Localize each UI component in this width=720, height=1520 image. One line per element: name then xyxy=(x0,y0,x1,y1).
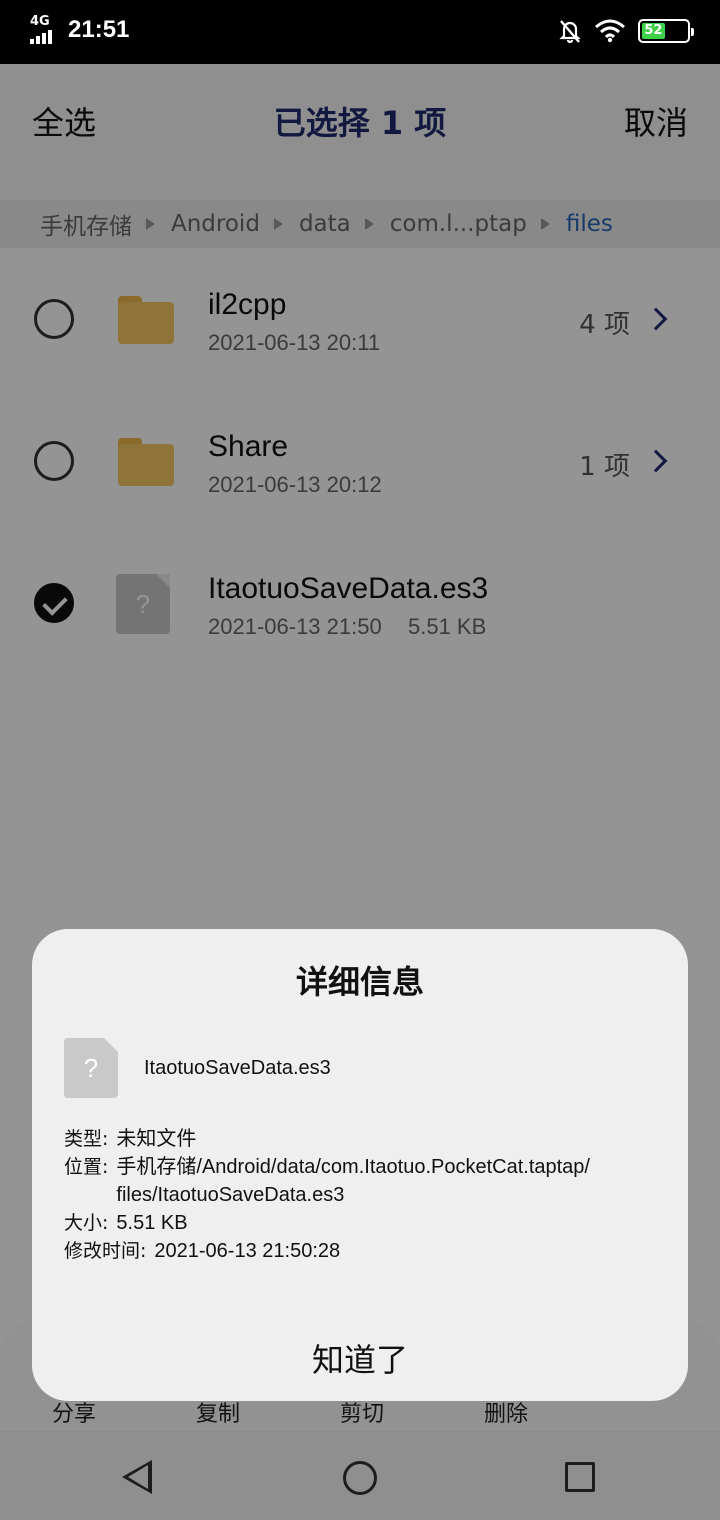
network-type: 4G xyxy=(30,14,50,29)
dialog-file-name: ItaotuoSaveData.es3 xyxy=(144,1057,331,1079)
modified-label: 修改时间: xyxy=(64,1240,147,1262)
battery-level: 52 xyxy=(642,23,665,39)
size-value: 5.51 KB xyxy=(116,1212,188,1234)
status-bar: 4G 21:51 52 xyxy=(0,0,720,64)
location-value-line1: 手机存储/Android/data/com.Itaotuo.PocketCat.… xyxy=(116,1156,590,1178)
wifi-icon xyxy=(595,19,625,43)
location-label: 位置: xyxy=(64,1156,109,1178)
type-label: 类型: xyxy=(64,1128,109,1150)
modified-value: 2021-06-13 21:50:28 xyxy=(154,1240,341,1262)
unknown-file-icon: ? xyxy=(64,1038,118,1098)
size-label: 大小: xyxy=(64,1212,109,1234)
signal-icon xyxy=(30,30,54,44)
ok-button[interactable]: 知道了 xyxy=(32,1335,688,1381)
bell-off-icon xyxy=(559,20,581,44)
details-dialog: 详细信息 ? ItaotuoSaveData.es3 类型: 未知文件 位置: … xyxy=(32,929,688,1401)
battery-icon: 52 xyxy=(638,19,694,43)
type-value: 未知文件 xyxy=(116,1128,197,1150)
location-value-line2: files/ItaotuoSaveData.es3 xyxy=(116,1184,345,1206)
dialog-title: 详细信息 xyxy=(295,963,424,1001)
file-details: 类型: 未知文件 位置: 手机存储/Android/data/com.Itaot… xyxy=(64,1125,664,1265)
clock: 21:51 xyxy=(68,16,130,43)
